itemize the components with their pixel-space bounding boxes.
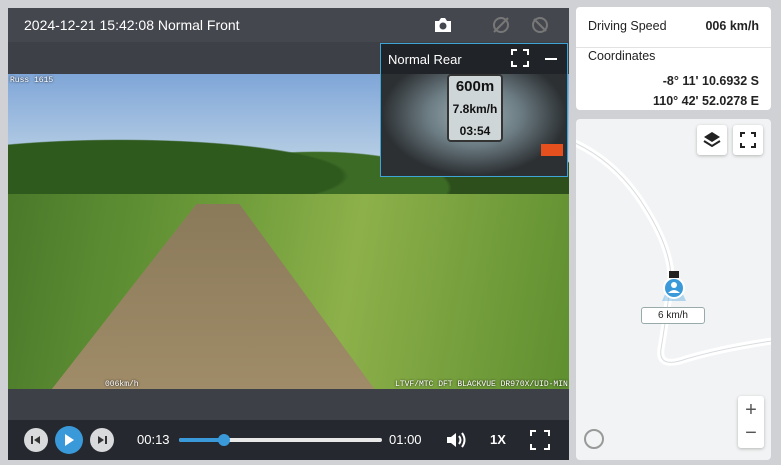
trip-info-panel: Driving Speed 006 km/h Coordinates -8° 1…	[576, 7, 771, 110]
osd-speed: 006km/h	[105, 380, 139, 389]
current-time: 00:13	[137, 432, 170, 447]
marker-speed-tag: 6 km/h	[641, 307, 705, 324]
rear-video: 600m 7.8km/h 03:54	[381, 74, 567, 176]
volume-icon[interactable]	[445, 430, 467, 453]
seek-bar[interactable]	[179, 434, 382, 446]
expand-icon[interactable]	[511, 49, 529, 70]
video-title: 2024-12-21 15:42:08 Normal Front	[24, 17, 240, 33]
map-panel[interactable]: 6 km/h + −	[576, 119, 771, 460]
map-fullscreen-icon[interactable]	[733, 125, 763, 155]
zoom-controls: + −	[738, 396, 764, 448]
camera-icon[interactable]	[432, 14, 454, 36]
video-player: 2024-12-21 15:42:08 Normal Front Russ 16…	[8, 8, 569, 460]
latitude: -8° 11' 10.6932 S	[662, 74, 759, 88]
coordinates-label: Coordinates	[588, 49, 656, 63]
fullscreen-icon[interactable]	[530, 430, 550, 453]
no-location-icon[interactable]	[490, 14, 512, 36]
play-button[interactable]	[55, 426, 83, 454]
seek-handle[interactable]	[217, 434, 230, 446]
longitude: 110° 42' 52.0278 E	[653, 94, 759, 108]
speed-label: Driving Speed	[588, 19, 667, 33]
minimize-icon[interactable]	[545, 58, 557, 60]
duration: 01:00	[389, 432, 422, 447]
next-frame-button[interactable]	[90, 428, 114, 452]
compass-icon[interactable]	[584, 429, 604, 449]
pip-label: Normal Rear	[388, 52, 462, 67]
vehicle-marker[interactable]	[660, 271, 688, 301]
osd-top-left: Russ 1615	[10, 76, 54, 85]
zoom-out-button[interactable]: −	[745, 422, 757, 445]
zoom-in-button[interactable]: +	[745, 399, 757, 422]
playback-controls: 00:13 01:00 1X	[8, 420, 569, 460]
previous-frame-button[interactable]	[24, 428, 48, 452]
player-header: 2024-12-21 15:42:08 Normal Front	[8, 8, 569, 42]
playback-speed-button[interactable]: 1X	[490, 432, 506, 447]
speed-value: 006 km/h	[705, 19, 759, 33]
seek-progress	[179, 438, 224, 442]
no-sound-icon[interactable]	[529, 14, 551, 36]
layers-icon[interactable]	[697, 125, 727, 155]
rear-camera-pip[interactable]: Normal Rear 600m 7.8km/h 03:54	[380, 43, 568, 177]
speedometer-display: 600m 7.8km/h 03:54	[447, 74, 503, 142]
osd-device: LTVF/MTC DFT BLACKVUE DR970X/UID-MIN	[395, 380, 568, 389]
